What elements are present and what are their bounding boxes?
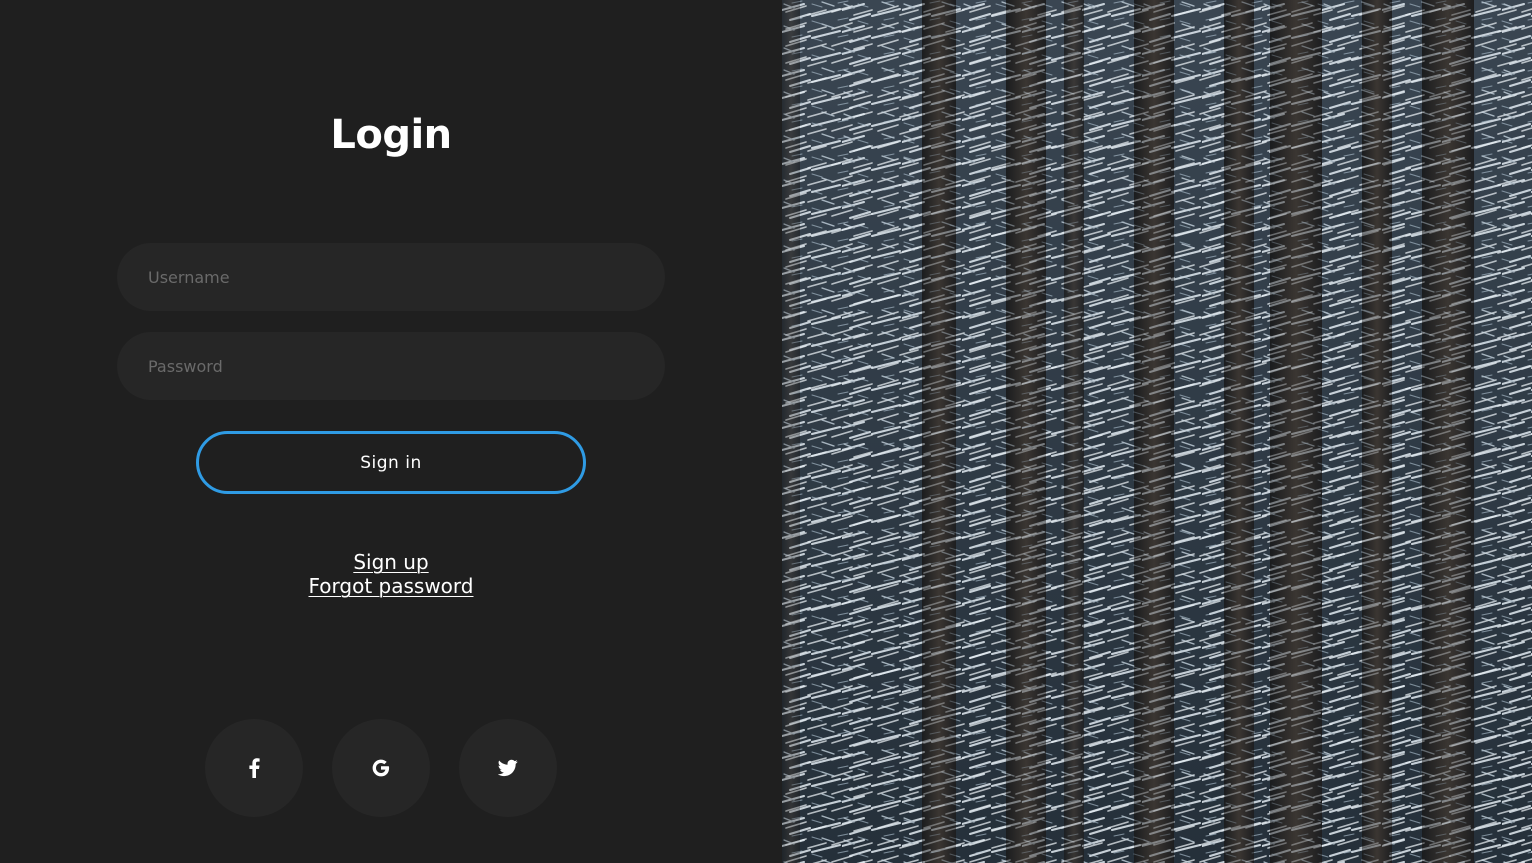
facebook-login-button[interactable] [205,719,303,817]
page-title: Login [330,112,452,158]
password-input[interactable] [117,332,665,400]
username-input[interactable] [117,243,665,311]
twitter-icon [498,759,518,777]
login-panel: Login Sign in Sign up Forgot password [0,0,782,863]
sign-up-link[interactable]: Sign up [353,550,428,574]
auth-links: Sign up Forgot password [0,550,782,598]
snowy-forest-photo [782,0,1532,863]
login-page: Login Sign in Sign up Forgot password [0,0,1532,863]
twitter-login-button[interactable] [459,719,557,817]
forest-image [782,0,1532,863]
facebook-icon [248,758,260,778]
forgot-password-link[interactable]: Forgot password [309,574,474,598]
google-icon [371,758,391,778]
google-login-button[interactable] [332,719,430,817]
sign-in-button[interactable]: Sign in [196,431,586,494]
